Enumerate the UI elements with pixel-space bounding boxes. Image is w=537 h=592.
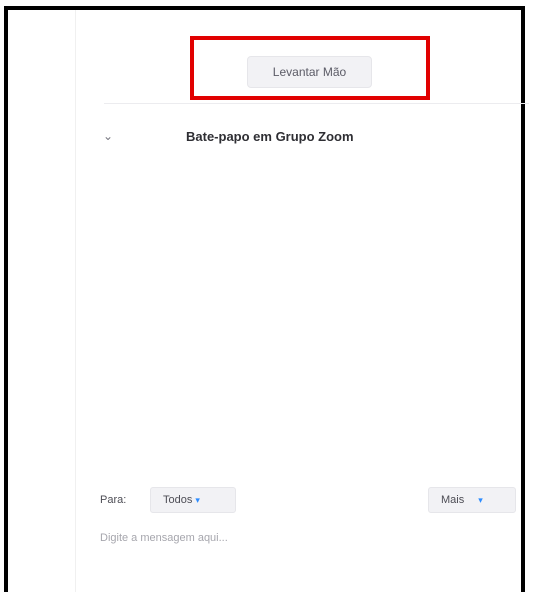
message-input[interactable] [98,526,522,550]
recipient-value: Todos [163,494,193,506]
to-label: Para: [100,494,127,506]
chevron-down-icon: ▾ [478,495,483,505]
chevron-down-icon[interactable]: ⌄ [100,128,116,144]
more-button[interactable]: Mais ▾ [428,487,516,513]
chevron-down-icon: ▾ [195,495,200,505]
chat-title: Bate-papo em Grupo Zoom [186,129,354,144]
recipient-dropdown[interactable]: Todos ▾ [150,487,236,513]
raise-hand-button[interactable]: Levantar Mão [247,56,372,88]
more-label: Mais [441,494,465,506]
divider [104,103,529,104]
video-area-edge [8,10,76,592]
